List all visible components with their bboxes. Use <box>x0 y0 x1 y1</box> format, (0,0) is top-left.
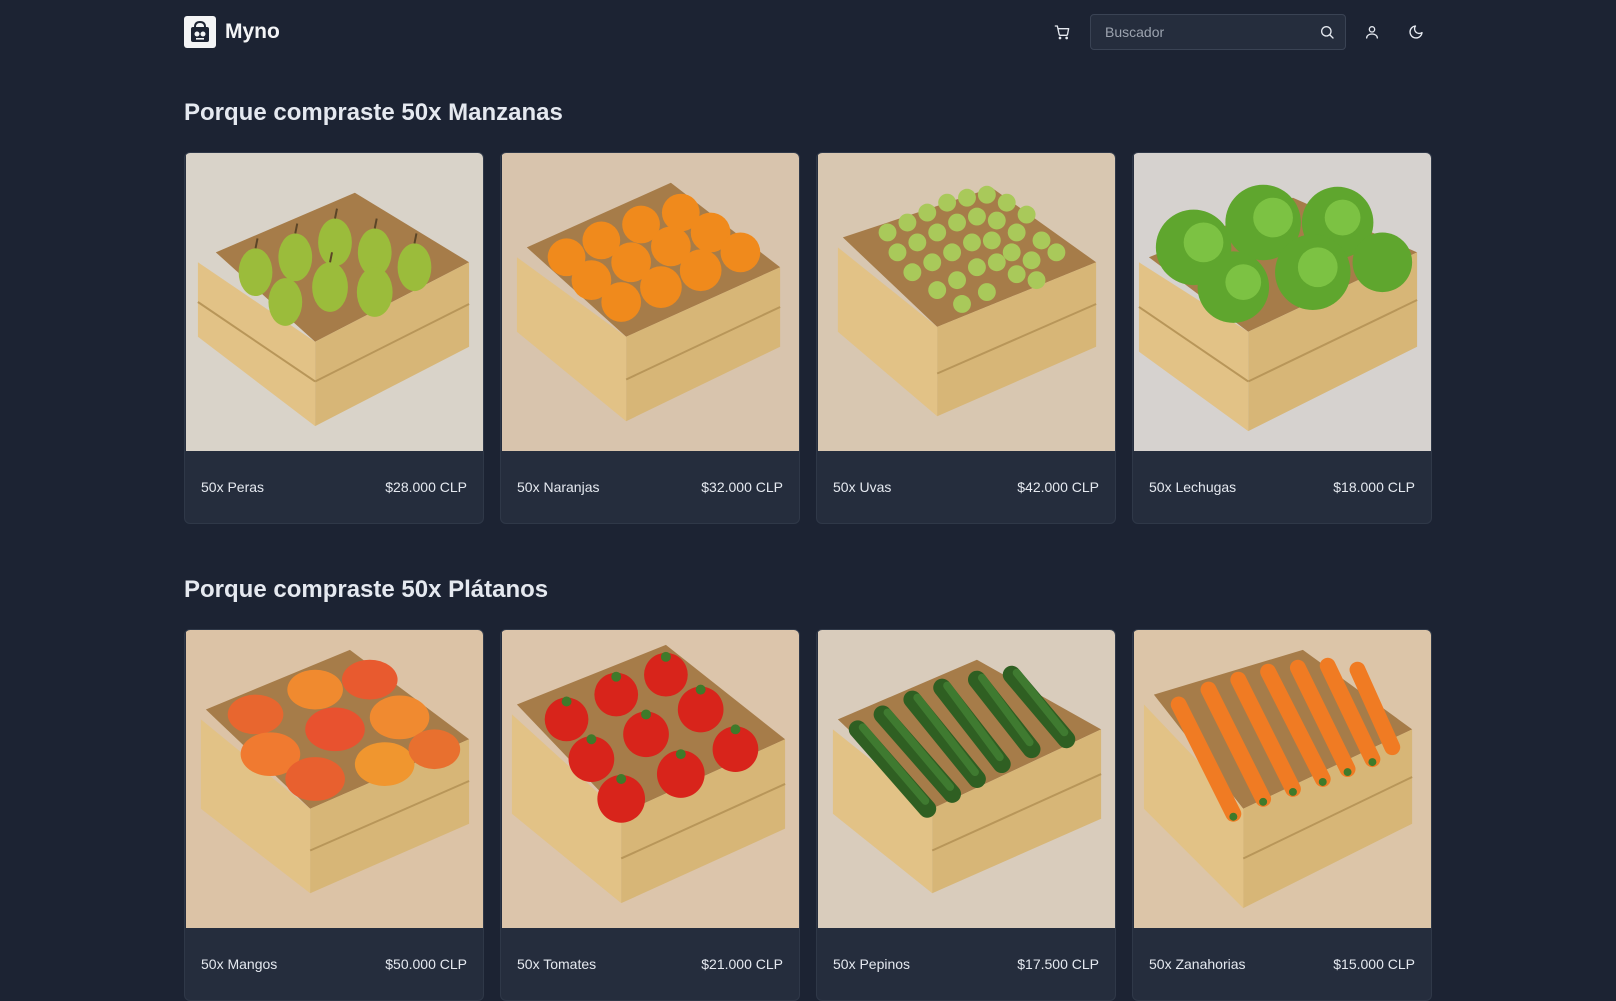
product-image-cucumbers <box>818 630 1115 928</box>
product-info: 50x Tomates $21.000 CLP <box>501 928 799 1000</box>
product-info: 50x Naranjas $32.000 CLP <box>501 451 799 523</box>
logo-icon <box>184 16 216 48</box>
product-card[interactable]: 50x Zanahorias $15.000 CLP <box>1132 629 1432 1001</box>
product-grid: 50x Mangos $50.000 CLP 50x Tomates $21.0… <box>184 629 1432 1001</box>
theme-toggle-button[interactable] <box>1400 16 1432 48</box>
product-price: $21.000 CLP <box>701 956 783 972</box>
top-header: Myno <box>184 0 1432 64</box>
product-image-grapes <box>818 153 1115 451</box>
product-card[interactable]: 50x Mangos $50.000 CLP <box>184 629 484 1001</box>
product-price: $50.000 CLP <box>385 956 467 972</box>
product-name: 50x Pepinos <box>833 956 911 972</box>
product-price: $32.000 CLP <box>701 479 783 495</box>
product-info: 50x Mangos $50.000 CLP <box>185 928 483 1000</box>
product-image-carrots <box>1134 630 1431 928</box>
account-button[interactable] <box>1356 16 1388 48</box>
product-info: 50x Zanahorias $15.000 CLP <box>1133 928 1431 1000</box>
search-icon <box>1321 26 1334 39</box>
product-name: 50x Peras <box>201 479 265 495</box>
brand-link[interactable]: Myno <box>184 16 280 48</box>
product-image-pears <box>186 153 483 451</box>
section-title: Porque compraste 50x Manzanas <box>184 99 563 126</box>
user-icon <box>1366 26 1378 39</box>
product-image-oranges <box>502 153 799 451</box>
product-price: $17.500 CLP <box>1017 956 1099 972</box>
product-info: 50x Lechugas $18.000 CLP <box>1133 451 1431 523</box>
brand-name: Myno <box>225 20 280 43</box>
cart-button[interactable] <box>1046 16 1078 48</box>
product-name: 50x Zanahorias <box>1149 956 1246 972</box>
recommendations-section-manzanas: Porque compraste 50x Manzanas 50x Peras … <box>184 99 1432 524</box>
product-image-tomatoes <box>502 630 799 928</box>
product-card[interactable]: 50x Pepinos $17.500 CLP <box>816 629 1116 1001</box>
product-info: 50x Peras $28.000 CLP <box>185 451 483 523</box>
product-name: 50x Lechugas <box>1149 479 1237 495</box>
product-name: 50x Uvas <box>833 479 892 495</box>
moon-icon <box>1409 25 1423 39</box>
recommendations-section-platanos: Porque compraste 50x Plátanos 50x Mangos… <box>184 576 1432 1001</box>
header-nav <box>1046 14 1432 50</box>
product-card[interactable]: 50x Uvas $42.000 CLP <box>816 152 1116 524</box>
product-card[interactable]: 50x Tomates $21.000 CLP <box>500 629 800 1001</box>
product-card[interactable]: 50x Naranjas $32.000 CLP <box>500 152 800 524</box>
product-info: 50x Pepinos $17.500 CLP <box>817 928 1115 1000</box>
section-title: Porque compraste 50x Plátanos <box>184 576 549 603</box>
search-box <box>1090 14 1346 50</box>
product-name: 50x Mangos <box>201 956 278 972</box>
product-price: $15.000 CLP <box>1333 956 1415 972</box>
page-container: Myno Buscador Porque compraste 50x Manza… <box>184 0 1432 1001</box>
search-input[interactable] <box>1103 23 1319 41</box>
product-name: 50x Naranjas <box>517 479 600 495</box>
product-price: $42.000 CLP <box>1017 479 1099 495</box>
product-price: $28.000 CLP <box>385 479 467 495</box>
product-card[interactable]: 50x Lechugas $18.000 CLP <box>1132 152 1432 524</box>
product-price: $18.000 CLP <box>1333 479 1415 495</box>
product-image-mangos <box>186 630 483 928</box>
product-name: 50x Tomates <box>517 956 597 972</box>
product-grid: 50x Peras $28.000 CLP 50x Naranjas $32.0… <box>184 152 1432 524</box>
cart-icon <box>1054 25 1070 40</box>
product-info: 50x Uvas $42.000 CLP <box>817 451 1115 523</box>
product-image-lettuce <box>1134 153 1431 451</box>
product-card[interactable]: 50x Peras $28.000 CLP <box>184 152 484 524</box>
search-button[interactable] <box>1319 24 1335 40</box>
